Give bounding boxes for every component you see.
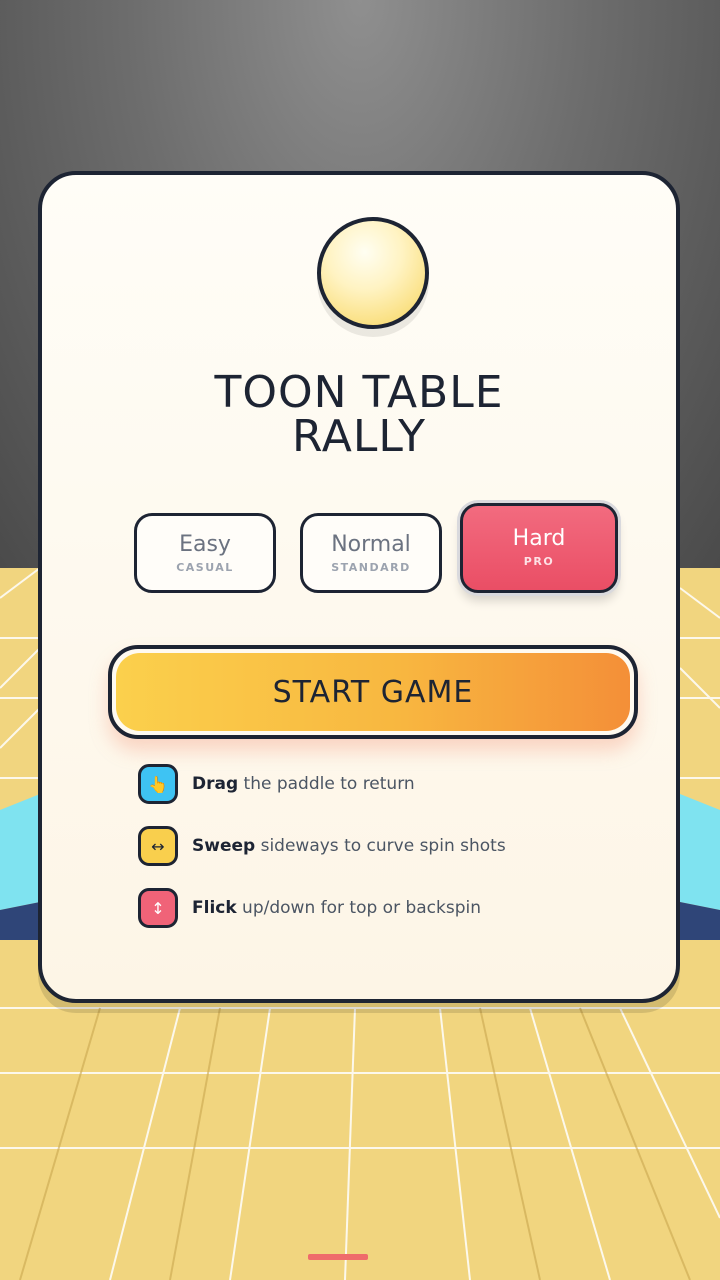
tip-rest: sideways to curve spin shots: [255, 836, 506, 856]
left-right-arrow-icon: ↔: [138, 826, 178, 866]
mode-hard-button[interactable]: Hard PRO: [460, 503, 618, 593]
tip-rest: up/down for top or backspin: [236, 898, 482, 918]
mode-name: Hard: [512, 526, 566, 551]
tip-drag: 👆 Drag the paddle to return: [138, 761, 415, 807]
tip-text: Flick up/down for top or backspin: [192, 898, 481, 918]
ball-icon: [317, 217, 429, 329]
start-game-label: START GAME: [116, 653, 630, 731]
tip-verb: Drag: [192, 774, 239, 794]
up-down-arrow-icon: ↕: [138, 888, 178, 928]
tip-verb: Flick: [192, 898, 237, 918]
mode-subtitle: STANDARD: [331, 561, 411, 574]
mode-easy-button[interactable]: Easy CASUAL: [134, 513, 276, 593]
title-line-2: RALLY: [292, 411, 426, 462]
tip-verb: Sweep: [192, 836, 256, 856]
mode-subtitle: PRO: [523, 555, 555, 568]
pointing-hand-icon: 👆: [138, 764, 178, 804]
game-title: TOON TABLE RALLY: [42, 371, 676, 459]
mode-subtitle: CASUAL: [176, 561, 234, 574]
mode-name: Normal: [331, 532, 411, 557]
tip-sweep: ↔ Sweep sideways to curve spin shots: [138, 823, 506, 869]
tip-text: Sweep sideways to curve spin shots: [192, 836, 506, 856]
difficulty-selector: Easy CASUAL Normal STANDARD Hard PRO: [134, 503, 618, 599]
tip-flick: ↕ Flick up/down for top or backspin: [138, 885, 481, 931]
title-line-1: TOON TABLE: [214, 367, 504, 418]
start-game-button[interactable]: START GAME: [108, 645, 638, 739]
ball-logo: [317, 217, 429, 329]
tip-text: Drag the paddle to return: [192, 774, 415, 794]
start-menu-card: TOON TABLE RALLY Easy CASUAL Normal STAN…: [38, 171, 680, 1003]
mode-name: Easy: [179, 532, 231, 557]
player-paddle[interactable]: [308, 1254, 368, 1260]
tip-rest: the paddle to return: [238, 774, 415, 794]
mode-normal-button[interactable]: Normal STANDARD: [300, 513, 442, 593]
